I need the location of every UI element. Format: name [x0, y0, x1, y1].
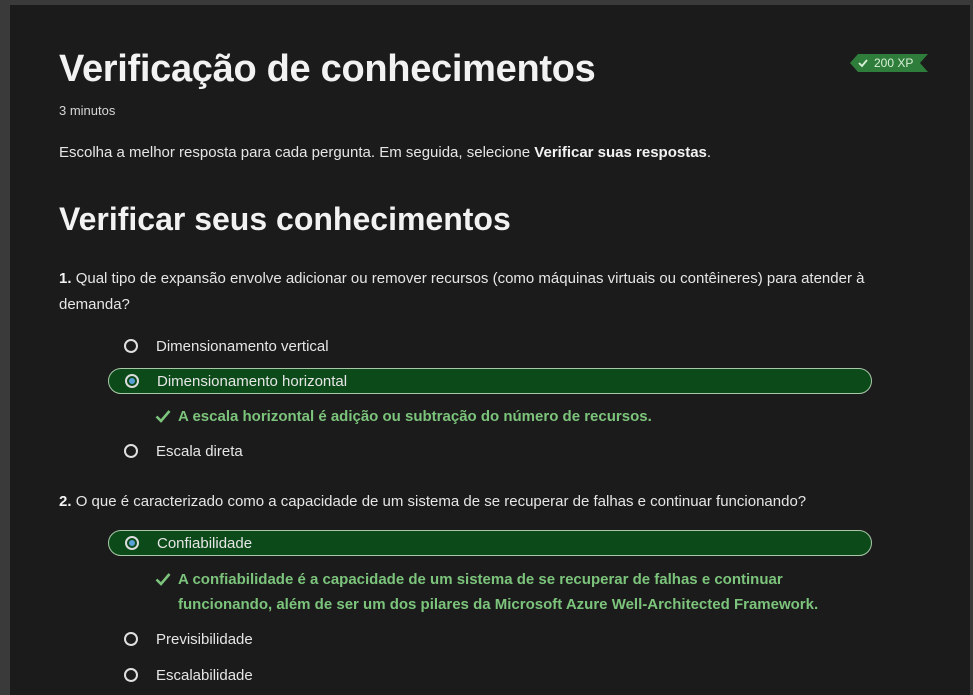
- option-label: Escala direta: [156, 442, 243, 460]
- section-title: Verificar seus conhecimentos: [59, 201, 511, 237]
- page-title: Verificação de conhecimentos: [59, 48, 596, 90]
- intro-text-start: Escolha a melhor resposta para cada perg…: [59, 144, 535, 161]
- feedback-1: A escala horizontal é adição ou subtraçã…: [155, 404, 855, 429]
- feedback-2-text: A confiabilidade é a capacidade de um si…: [178, 571, 819, 613]
- question-2: 2. O que é caracterizado como a capacida…: [59, 489, 919, 515]
- xp-badge: 200 XP: [850, 54, 928, 72]
- radio-selected-icon[interactable]: [125, 374, 139, 388]
- radio-icon[interactable]: [124, 339, 138, 353]
- question-2-text: O que é caracterizado como a capacidade …: [75, 493, 807, 510]
- option-label: Dimensionamento vertical: [156, 337, 329, 355]
- option-2-2[interactable]: Previsibilidade: [108, 626, 872, 652]
- option-2-1[interactable]: Confiabilidade: [108, 530, 872, 556]
- radio-icon[interactable]: [124, 632, 138, 646]
- intro-text: Escolha a melhor resposta para cada perg…: [59, 144, 711, 161]
- option-label: Dimensionamento horizontal: [157, 372, 348, 390]
- option-label: Previsibilidade: [156, 630, 253, 648]
- question-1-text: Qual tipo de expansão envolve adicionar …: [59, 270, 865, 313]
- question-2-number: 2.: [59, 493, 72, 510]
- intro-text-bold: Verificar suas respostas: [534, 144, 707, 161]
- checkmark-icon: [155, 410, 171, 423]
- radio-icon[interactable]: [124, 444, 138, 458]
- option-1-3[interactable]: Escala direta: [108, 438, 872, 464]
- option-1-1[interactable]: Dimensionamento vertical: [108, 333, 872, 359]
- option-2-3[interactable]: Escalabilidade: [108, 662, 872, 688]
- option-1-2[interactable]: Dimensionamento horizontal: [108, 368, 872, 394]
- checkmark-icon: [155, 573, 171, 586]
- intro-text-end: .: [706, 144, 712, 161]
- radio-icon[interactable]: [124, 668, 138, 682]
- option-label: Escalabilidade: [156, 666, 253, 684]
- feedback-2: A confiabilidade é a capacidade de um si…: [155, 567, 855, 617]
- feedback-1-text: A escala horizontal é adição ou subtraçã…: [178, 408, 652, 425]
- question-1: 1. Qual tipo de expansão envolve adicion…: [59, 266, 919, 318]
- duration-text: 3 minutos: [59, 103, 116, 118]
- option-label: Confiabilidade: [157, 534, 253, 552]
- check-icon: [858, 58, 868, 68]
- question-1-number: 1.: [59, 270, 72, 287]
- xp-badge-label: 200 XP: [874, 56, 914, 70]
- radio-selected-icon[interactable]: [125, 536, 139, 550]
